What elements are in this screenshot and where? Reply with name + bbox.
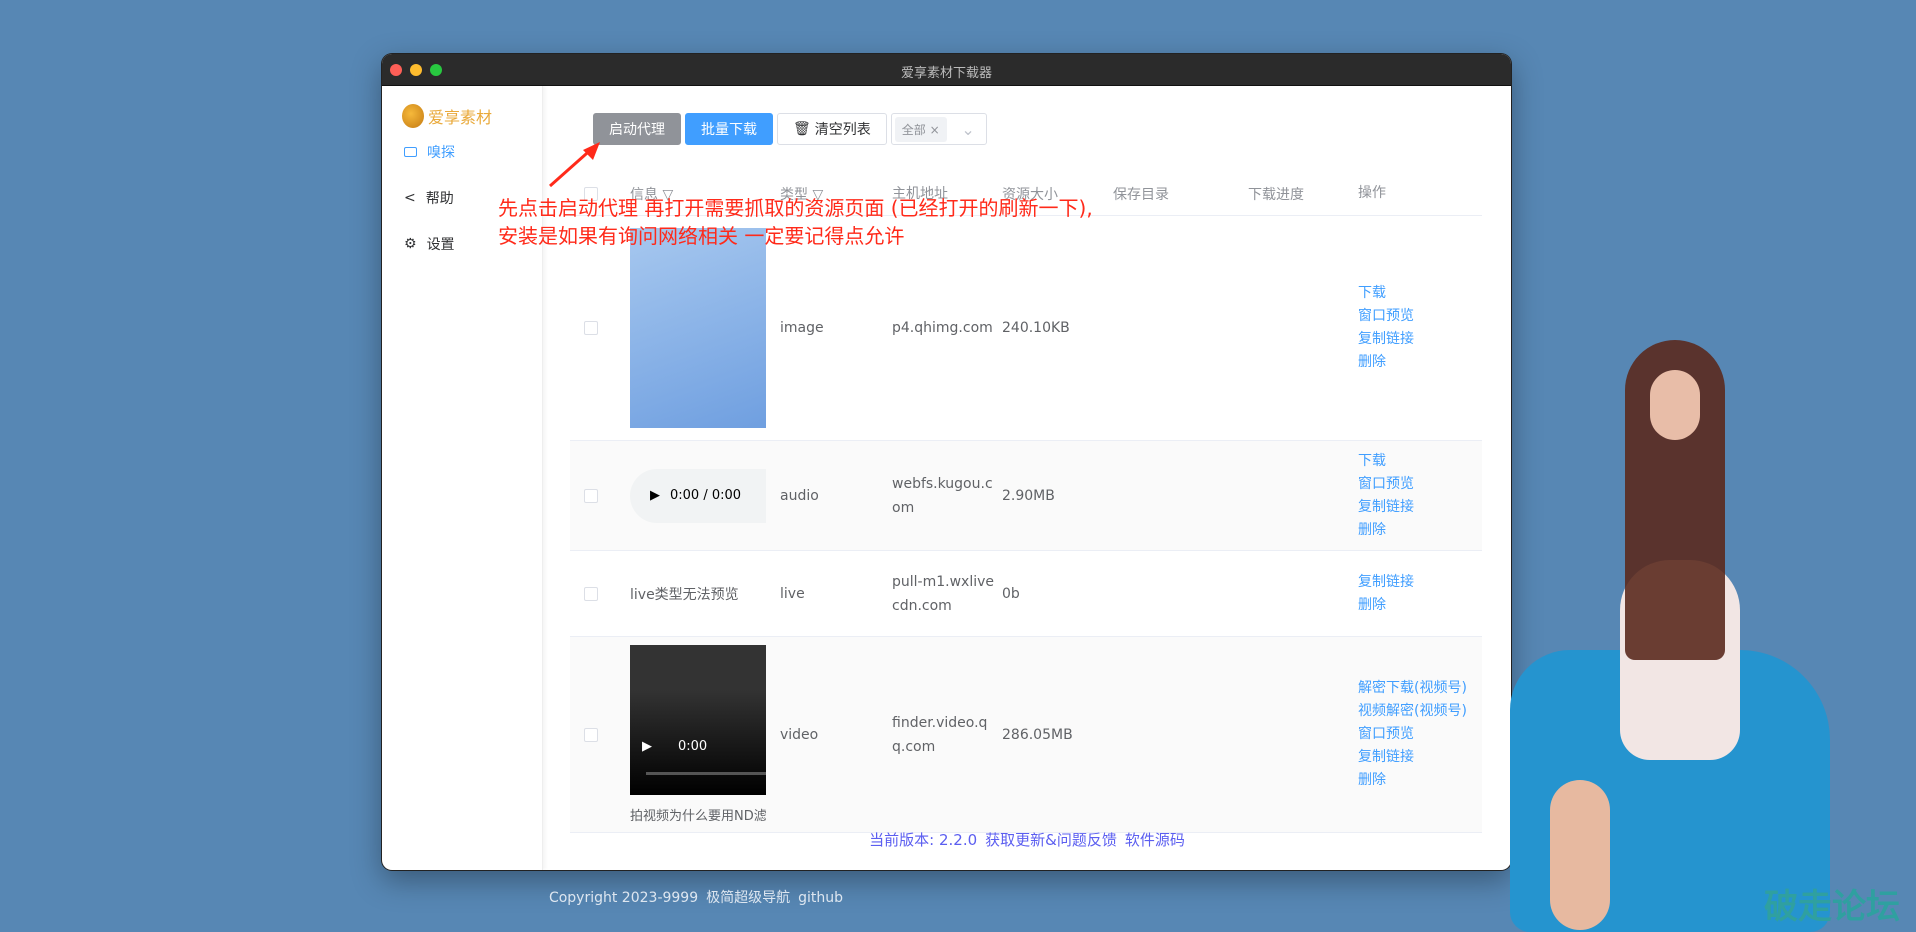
size-cell: 0b <box>1002 585 1020 602</box>
update-feedback-link[interactable]: 获取更新&问题反馈 <box>985 831 1117 849</box>
video-time: 0:00 <box>678 739 708 754</box>
filter-tag-label: 全部 <box>901 122 926 137</box>
video-caption: 拍视频为什么要用ND滤 <box>630 809 766 824</box>
play-icon[interactable]: ▶ <box>650 488 660 503</box>
sidebar-item-label: 设置 <box>426 237 455 253</box>
type-cell: video <box>780 726 819 743</box>
github-link[interactable]: github <box>798 890 843 906</box>
host-cell: webfs.kugou.com <box>892 475 993 516</box>
type-cell: audio <box>780 487 819 504</box>
video-player[interactable]: ▶ 0:00 <box>630 645 766 795</box>
decorative-character-image <box>1510 340 1870 932</box>
delete-link[interactable]: 删除 <box>1358 351 1482 374</box>
nav-link[interactable]: 极简超级导航 <box>706 890 790 906</box>
type-filter-select[interactable]: 全部 × ⌄ <box>890 113 987 145</box>
video-progress-bar[interactable] <box>646 772 766 775</box>
header-save-dir: 保存目录 <box>1113 186 1169 203</box>
trash-icon: 🗑 <box>793 121 811 137</box>
version-text: 当前版本: 2.2.0 <box>869 831 978 849</box>
sidebar-item-settings[interactable]: ⚙ 设置 <box>404 234 455 254</box>
delete-link[interactable]: 删除 <box>1358 594 1482 617</box>
title-bar: 爱享素材下载器 <box>382 54 1511 86</box>
preview-link[interactable]: 窗口预览 <box>1358 473 1482 496</box>
sidebar-item-label: 帮助 <box>425 191 454 207</box>
watermark: 破走论坛 <box>1764 887 1900 927</box>
row-checkbox[interactable] <box>584 321 598 335</box>
preview-link[interactable]: 窗口预览 <box>1358 723 1482 746</box>
host-cell: pull-m1.wxlivecdn.com <box>892 573 994 614</box>
logo: 爱享素材 <box>402 104 492 128</box>
copy-link[interactable]: 复制链接 <box>1358 328 1482 351</box>
source-code-link[interactable]: 软件源码 <box>1125 831 1185 849</box>
copy-link[interactable]: 复制链接 <box>1358 746 1482 769</box>
size-cell: 240.10KB <box>1002 320 1070 336</box>
resource-table: 信息 ▽ 类型 ▽ 主机地址 资源大小 保存目录 下载进度 操作 image p… <box>570 172 1482 833</box>
info-cell: live类型无法预览 <box>630 586 739 603</box>
download-link[interactable]: 下载 <box>1358 450 1482 473</box>
page-footer: Copyright 2023-9999 极简超级导航 github <box>0 887 1392 907</box>
decrypt-download-link[interactable]: 解密下载(视频号) <box>1358 677 1482 700</box>
chevron-down-icon: ⌄ <box>961 119 975 139</box>
sidebar-item-label: 嗅探 <box>427 145 455 161</box>
header-progress: 下载进度 <box>1248 186 1304 203</box>
type-cell: image <box>780 320 824 336</box>
gear-icon: ⚙ <box>404 236 417 252</box>
logo-text: 爱享素材 <box>428 108 493 127</box>
clear-list-label: 清空列表 <box>814 122 871 138</box>
header-actions: 操作 <box>1358 185 1386 201</box>
window-title: 爱享素材下载器 <box>900 66 992 81</box>
table-row: ▶ 0:00 / 0:00 audio webfs.kugou.com 2.90M… <box>570 441 1482 551</box>
row-checkbox[interactable] <box>584 488 598 503</box>
host-cell: finder.video.qq.com <box>892 714 988 755</box>
host-cell: p4.qhimg.com <box>892 320 993 336</box>
toolbar: 启动代理 批量下载 🗑 清空列表 全部 × ⌄ <box>593 113 987 145</box>
size-cell: 286.05MB <box>1002 726 1073 743</box>
delete-link[interactable]: 删除 <box>1358 519 1482 542</box>
type-cell: live <box>780 585 805 602</box>
video-icon <box>404 147 417 157</box>
clear-list-button[interactable]: 🗑 清空列表 <box>777 113 887 145</box>
delete-link[interactable]: 删除 <box>1358 769 1482 792</box>
app-footer: 当前版本: 2.2.0 获取更新&问题反馈 软件源码 <box>543 829 1511 850</box>
copy-link[interactable]: 复制链接 <box>1358 571 1482 594</box>
batch-download-button[interactable]: 批量下载 <box>685 113 773 145</box>
annotation-text: 先点击启动代理 再打开需要抓取的资源页面 (已经打开的刷新一下), 安装是如果有询… <box>498 196 1093 248</box>
start-proxy-button[interactable]: 启动代理 <box>593 113 681 145</box>
annotation-arrow-icon <box>549 142 600 188</box>
copyright-text: Copyright 2023-9999 <box>548 890 699 906</box>
size-cell: 2.90MB <box>1002 487 1055 504</box>
close-icon[interactable]: × <box>930 123 940 137</box>
filter-tag[interactable]: 全部 × <box>894 116 947 142</box>
row-checkbox[interactable] <box>584 727 598 742</box>
logo-icon <box>402 104 424 128</box>
preview-link[interactable]: 窗口预览 <box>1358 305 1482 328</box>
table-row: ▶ 0:00 拍视频为什么要用ND滤 video finder.video.qq.… <box>570 637 1482 833</box>
share-icon: < <box>404 190 416 206</box>
sidebar-item-help[interactable]: < 帮助 <box>404 188 454 208</box>
download-link[interactable]: 下载 <box>1358 282 1482 305</box>
table-row: live类型无法预览 live pull-m1.wxlivecdn.com 0b… <box>570 551 1482 637</box>
image-preview[interactable] <box>630 228 766 428</box>
copy-link[interactable]: 复制链接 <box>1358 496 1482 519</box>
audio-time: 0:00 / 0:00 <box>670 488 742 503</box>
video-decrypt-link[interactable]: 视频解密(视频号) <box>1358 700 1482 723</box>
row-checkbox[interactable] <box>584 586 598 601</box>
play-icon[interactable]: ▶ <box>642 739 652 754</box>
sidebar-item-sniff[interactable]: 嗅探 <box>404 142 455 162</box>
audio-player[interactable]: ▶ 0:00 / 0:00 <box>630 468 766 523</box>
